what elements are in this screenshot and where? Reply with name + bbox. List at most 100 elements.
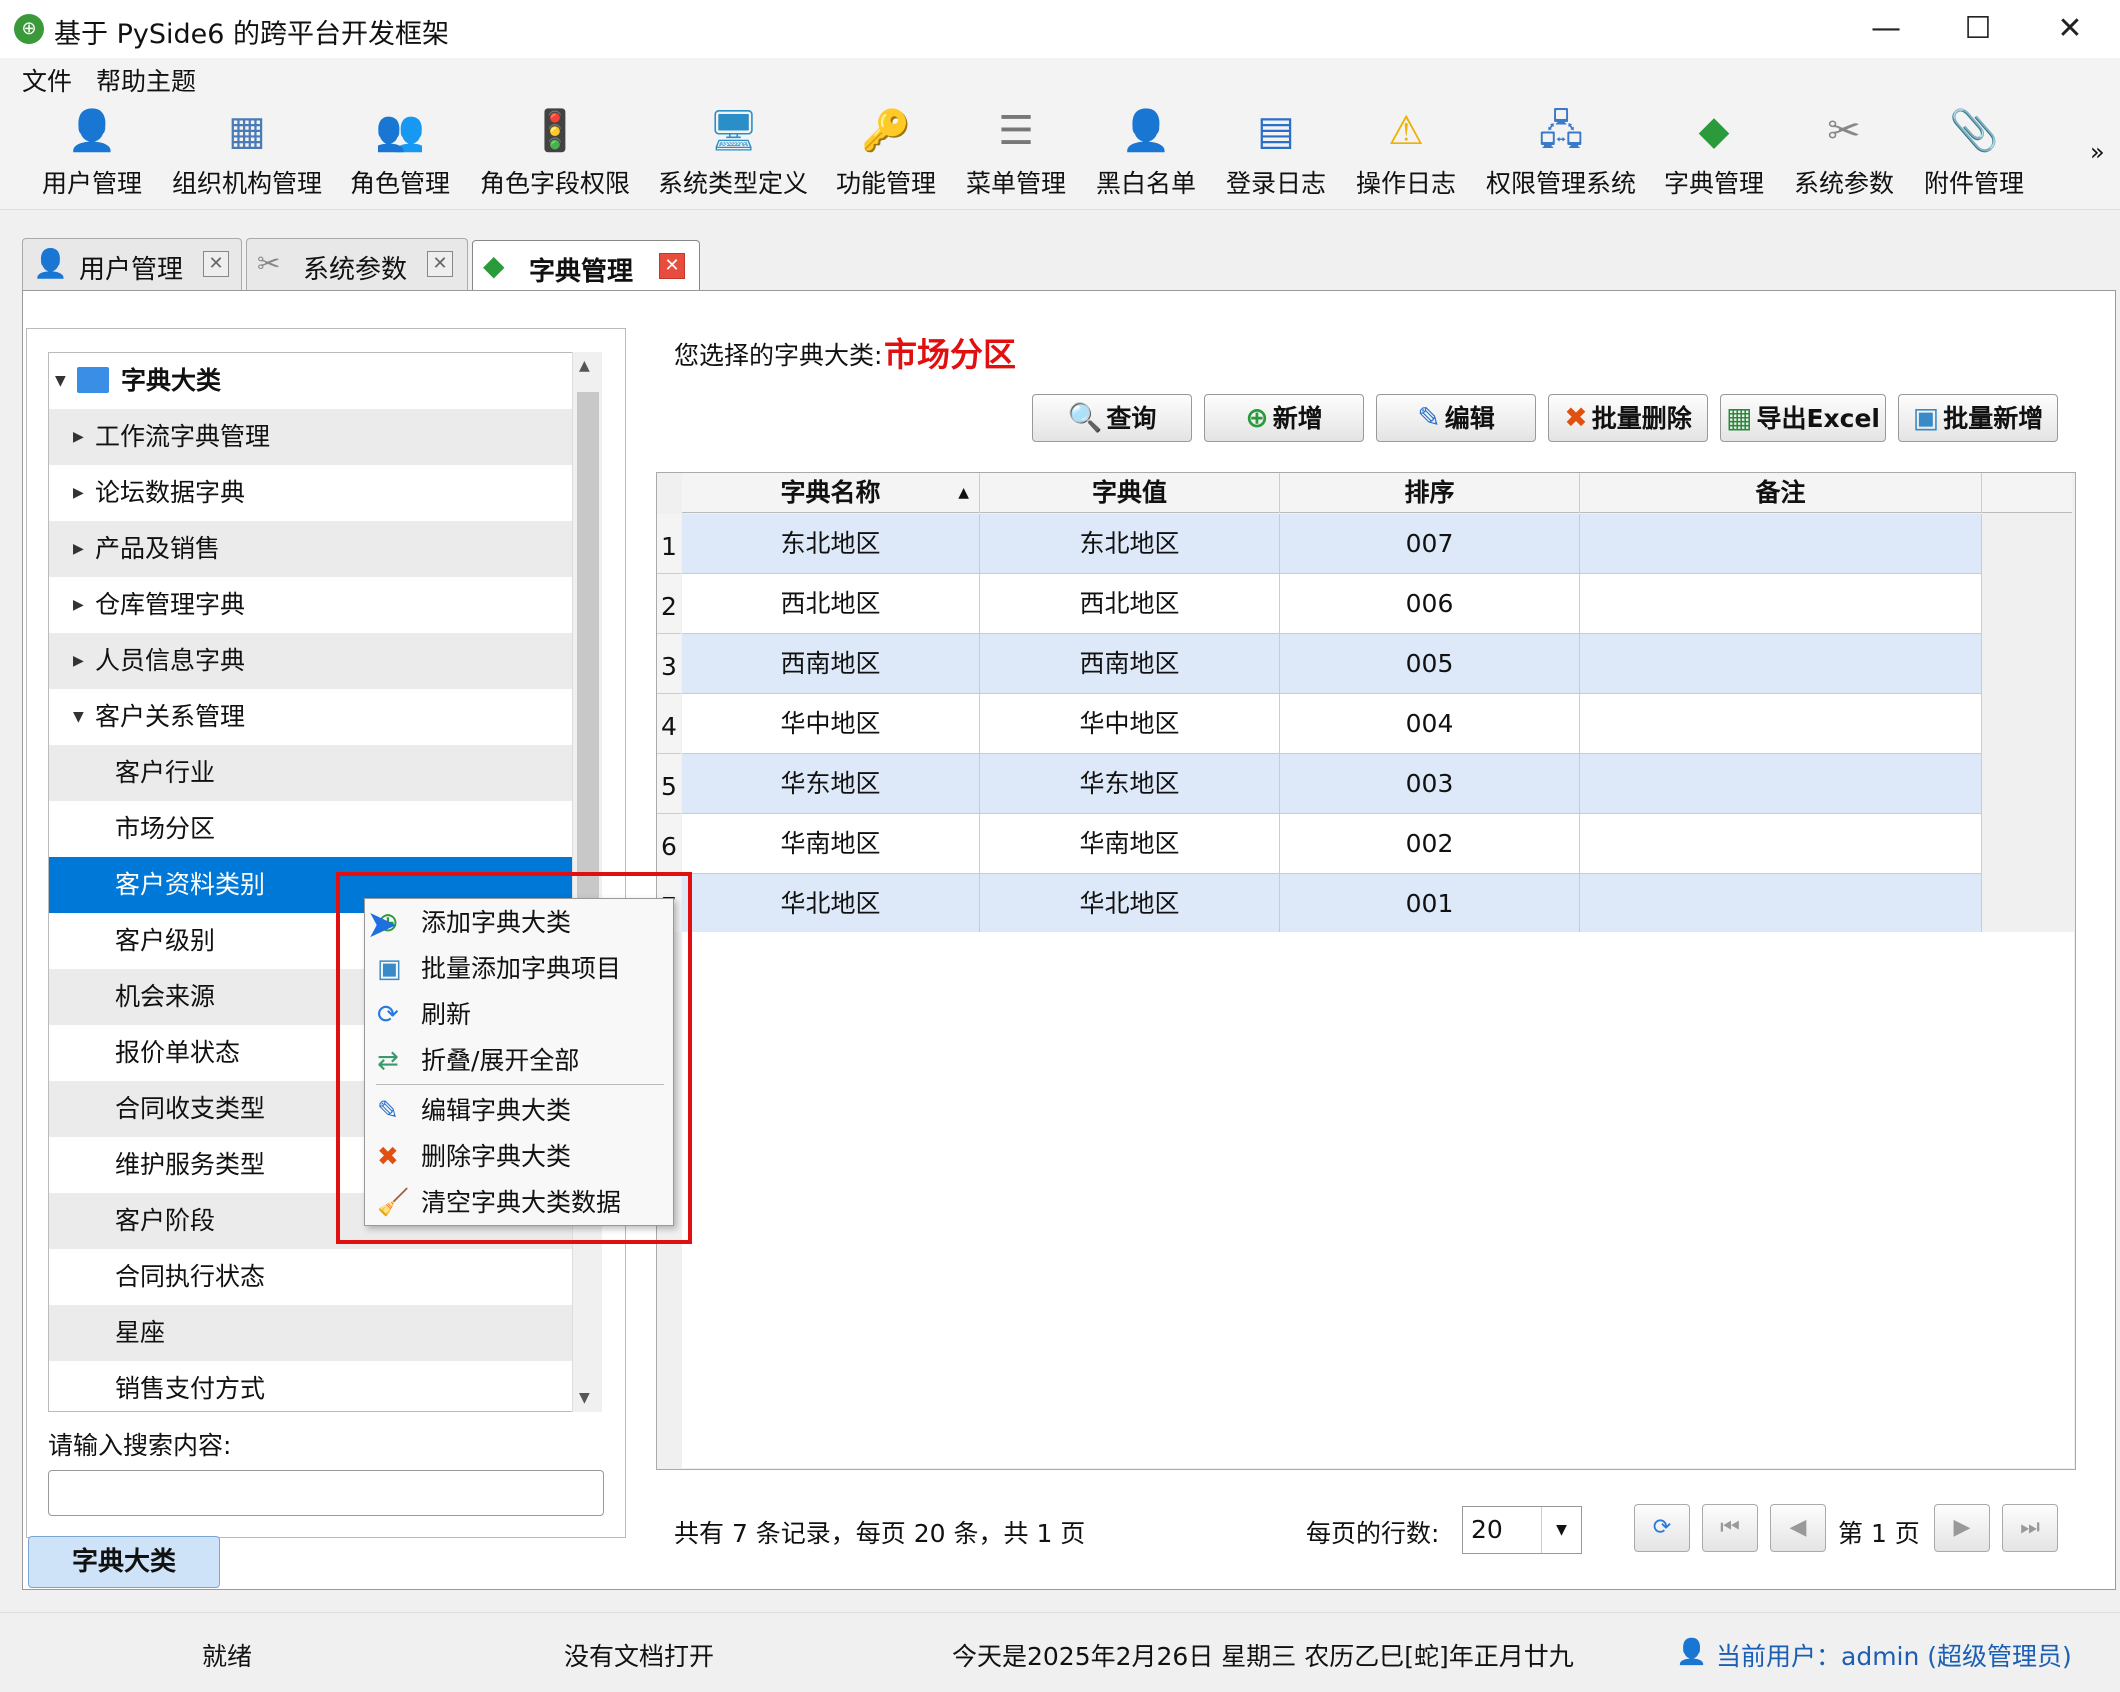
chevron-right-icon[interactable]: ▶ — [73, 577, 84, 633]
tab-system-params[interactable]: ✂ 系统参数 ✕ — [246, 238, 468, 290]
toolbar-org-management[interactable]: ▦ 组织机构管理 — [172, 106, 322, 206]
toolbar-system-type[interactable]: 🖥 系统类型定义 — [658, 106, 808, 206]
toolbar-system-params[interactable]: ✂ 系统参数 — [1794, 106, 1894, 206]
cell-remark[interactable] — [1580, 814, 1982, 874]
cell-remark[interactable] — [1580, 754, 1982, 814]
toolbar-login-log[interactable]: ▤ 登录日志 — [1226, 106, 1326, 206]
chevron-down-icon[interactable]: ▼ — [1541, 1507, 1581, 1553]
tree-item[interactable]: ▶仓库管理字典 — [49, 577, 575, 633]
table-row[interactable]: 华中地区华中地区004 — [682, 694, 1982, 754]
chevron-right-icon[interactable]: ▶ — [73, 521, 84, 577]
cell-order[interactable]: 007 — [1280, 514, 1580, 574]
toolbar-overflow-button[interactable]: » — [2090, 138, 2105, 166]
refresh-button[interactable]: ⟳ — [1634, 1504, 1690, 1552]
column-header-remark[interactable]: 备注 — [1580, 473, 1982, 513]
column-header-name[interactable]: 字典名称 ▲ — [682, 473, 980, 513]
tree-item[interactable]: ▶工作流字典管理 — [49, 409, 575, 465]
row-number[interactable]: 1 — [657, 514, 681, 574]
cell-order[interactable]: 002 — [1280, 814, 1580, 874]
cell-order[interactable]: 005 — [1280, 634, 1580, 694]
cell-name[interactable]: 东北地区 — [682, 514, 980, 574]
cell-remark[interactable] — [1580, 694, 1982, 754]
tree-item[interactable]: 销售支付方式 — [49, 1361, 575, 1412]
edit-button[interactable]: ✎编辑 — [1376, 394, 1536, 442]
first-page-button[interactable]: ⏮ — [1702, 1504, 1758, 1552]
tree-root[interactable]: ▼ 字典大类 — [49, 353, 575, 409]
table-row[interactable]: 西南地区西南地区005 — [682, 634, 1982, 694]
tab-close-button[interactable]: ✕ — [203, 251, 229, 277]
toolbar-role-management[interactable]: 👥 角色管理 — [350, 106, 450, 206]
row-number[interactable]: 3 — [657, 634, 681, 694]
toolbar-user-management[interactable]: 👤 用户管理 — [42, 106, 142, 206]
tree-item[interactable]: ▼客户关系管理 — [49, 689, 575, 745]
tree-item[interactable]: 星座 — [49, 1305, 575, 1361]
cell-order[interactable]: 004 — [1280, 694, 1580, 754]
cell-order[interactable]: 006 — [1280, 574, 1580, 634]
cell-value[interactable]: 华中地区 — [980, 694, 1280, 754]
cell-value[interactable]: 华东地区 — [980, 754, 1280, 814]
cell-name[interactable]: 西南地区 — [682, 634, 980, 694]
tab-user-management[interactable]: 👤 用户管理 ✕ — [22, 238, 242, 290]
toolbar-blacklist[interactable]: 👤 黑白名单 — [1096, 106, 1196, 206]
tree-item[interactable]: ▶产品及销售 — [49, 521, 575, 577]
table-row[interactable]: 西北地区西北地区006 — [682, 574, 1982, 634]
tree-item[interactable]: 合同执行状态 — [49, 1249, 575, 1305]
cell-name[interactable]: 华中地区 — [682, 694, 980, 754]
close-window-button[interactable]: ✕ — [2024, 0, 2116, 58]
column-header-value[interactable]: 字典值 — [980, 473, 1280, 513]
add-button[interactable]: ⊕新增 — [1204, 394, 1364, 442]
batch-delete-button[interactable]: ✖批量删除 — [1548, 394, 1708, 442]
toolbar-dictionary-management[interactable]: ◆ 字典管理 — [1664, 106, 1764, 206]
toolbar-menu-management[interactable]: ☰ 菜单管理 — [966, 106, 1066, 206]
maximize-button[interactable]: ☐ — [1932, 0, 2024, 58]
toolbar-function-management[interactable]: 🔑 功能管理 — [836, 106, 936, 206]
prev-page-button[interactable]: ◀ — [1770, 1504, 1826, 1552]
next-page-button[interactable]: ▶ — [1934, 1504, 1990, 1552]
toolbar-attachment-management[interactable]: 📎 附件管理 — [1924, 106, 2024, 206]
minimize-button[interactable]: — — [1840, 0, 1932, 58]
row-number[interactable]: 2 — [657, 574, 681, 634]
cell-order[interactable]: 003 — [1280, 754, 1580, 814]
tree-item[interactable]: 客户行业 — [49, 745, 575, 801]
cell-name[interactable]: 华东地区 — [682, 754, 980, 814]
menu-file[interactable]: 文件 — [22, 62, 72, 98]
scroll-down-icon[interactable]: ▼ — [579, 1390, 590, 1406]
cell-order[interactable]: 001 — [1280, 874, 1580, 934]
column-header-order[interactable]: 排序 — [1280, 473, 1580, 513]
toolbar-operation-log[interactable]: ⚠ 操作日志 — [1356, 106, 1456, 206]
cell-value[interactable]: 西北地区 — [980, 574, 1280, 634]
tree-item[interactable]: ▶论坛数据字典 — [49, 465, 575, 521]
cell-value[interactable]: 华北地区 — [980, 874, 1280, 934]
toolbar-role-field-permission[interactable]: 🚦 角色字段权限 — [480, 106, 630, 206]
cell-name[interactable]: 西北地区 — [682, 574, 980, 634]
search-input[interactable] — [48, 1470, 604, 1516]
query-button[interactable]: 🔍查询 — [1032, 394, 1192, 442]
cell-remark[interactable] — [1580, 634, 1982, 694]
tab-close-button[interactable]: ✕ — [659, 253, 685, 279]
cell-name[interactable]: 华南地区 — [682, 814, 980, 874]
cell-remark[interactable] — [1580, 574, 1982, 634]
batch-add-button[interactable]: ▣批量新增 — [1898, 394, 2058, 442]
row-number[interactable]: 5 — [657, 754, 681, 814]
cell-remark[interactable] — [1580, 514, 1982, 574]
table-row[interactable]: 华东地区华东地区003 — [682, 754, 1982, 814]
tree-item[interactable]: 市场分区 — [49, 801, 575, 857]
toolbar-permission-system[interactable]: 🖧 权限管理系统 — [1486, 106, 1636, 206]
scroll-up-icon[interactable]: ▲ — [579, 358, 590, 374]
cell-value[interactable]: 东北地区 — [980, 514, 1280, 574]
tree-item[interactable]: ▶人员信息字典 — [49, 633, 575, 689]
row-number[interactable]: 6 — [657, 814, 681, 874]
cell-value[interactable]: 西南地区 — [980, 634, 1280, 694]
tab-dictionary-category[interactable]: 字典大类 — [28, 1536, 220, 1588]
menu-help[interactable]: 帮助主题 — [96, 62, 196, 98]
chevron-down-icon[interactable]: ▼ — [55, 353, 66, 409]
cell-remark[interactable] — [1580, 874, 1982, 934]
tab-dictionary-management[interactable]: ◆ 字典管理 ✕ — [472, 240, 700, 292]
table-row[interactable]: 华北地区华北地区001 — [682, 874, 1982, 934]
table-row[interactable]: 东北地区东北地区007 — [682, 514, 1982, 574]
cell-name[interactable]: 华北地区 — [682, 874, 980, 934]
chevron-right-icon[interactable]: ▶ — [73, 633, 84, 689]
tab-close-button[interactable]: ✕ — [427, 251, 453, 277]
chevron-right-icon[interactable]: ▶ — [73, 465, 84, 521]
row-number[interactable]: 4 — [657, 694, 681, 754]
